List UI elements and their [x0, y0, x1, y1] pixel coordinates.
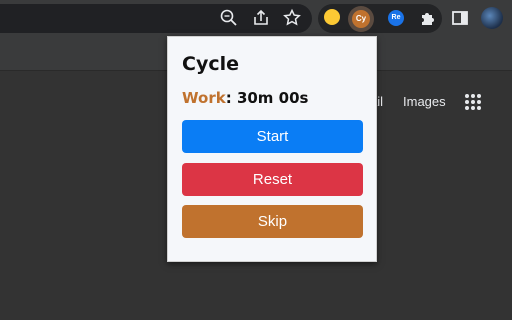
yellow-extension-icon[interactable]	[324, 9, 340, 25]
start-button[interactable]: Start	[182, 120, 363, 153]
reset-button[interactable]: Reset	[182, 163, 363, 196]
images-link[interactable]: Images	[403, 94, 446, 109]
profile-avatar[interactable]	[481, 7, 503, 29]
timer-remaining: 30m 00s	[236, 89, 309, 107]
popup-title: Cycle	[182, 53, 239, 75]
apps-grid-icon[interactable]	[465, 94, 481, 110]
extensions-group: Cy Re	[318, 4, 442, 33]
cycle-extension-popup: Cycle Work: 30m 00s Start Reset Skip	[167, 36, 377, 262]
timer-status: Work: 30m 00s	[182, 89, 308, 107]
cycle-extension-icon[interactable]: Cy	[352, 10, 370, 28]
zoom-icon[interactable]	[219, 8, 239, 28]
browser-toolbar: Cy Re	[0, 0, 512, 36]
timer-mode: Work	[182, 89, 226, 107]
share-icon[interactable]	[251, 8, 271, 28]
status-separator: :	[225, 89, 232, 107]
skip-button[interactable]: Skip	[182, 205, 363, 238]
puzzle-icon[interactable]	[418, 9, 438, 29]
sidepanel-icon[interactable]	[450, 8, 470, 28]
re-extension-icon[interactable]: Re	[388, 10, 404, 26]
bookmark-star-icon[interactable]	[282, 8, 302, 28]
